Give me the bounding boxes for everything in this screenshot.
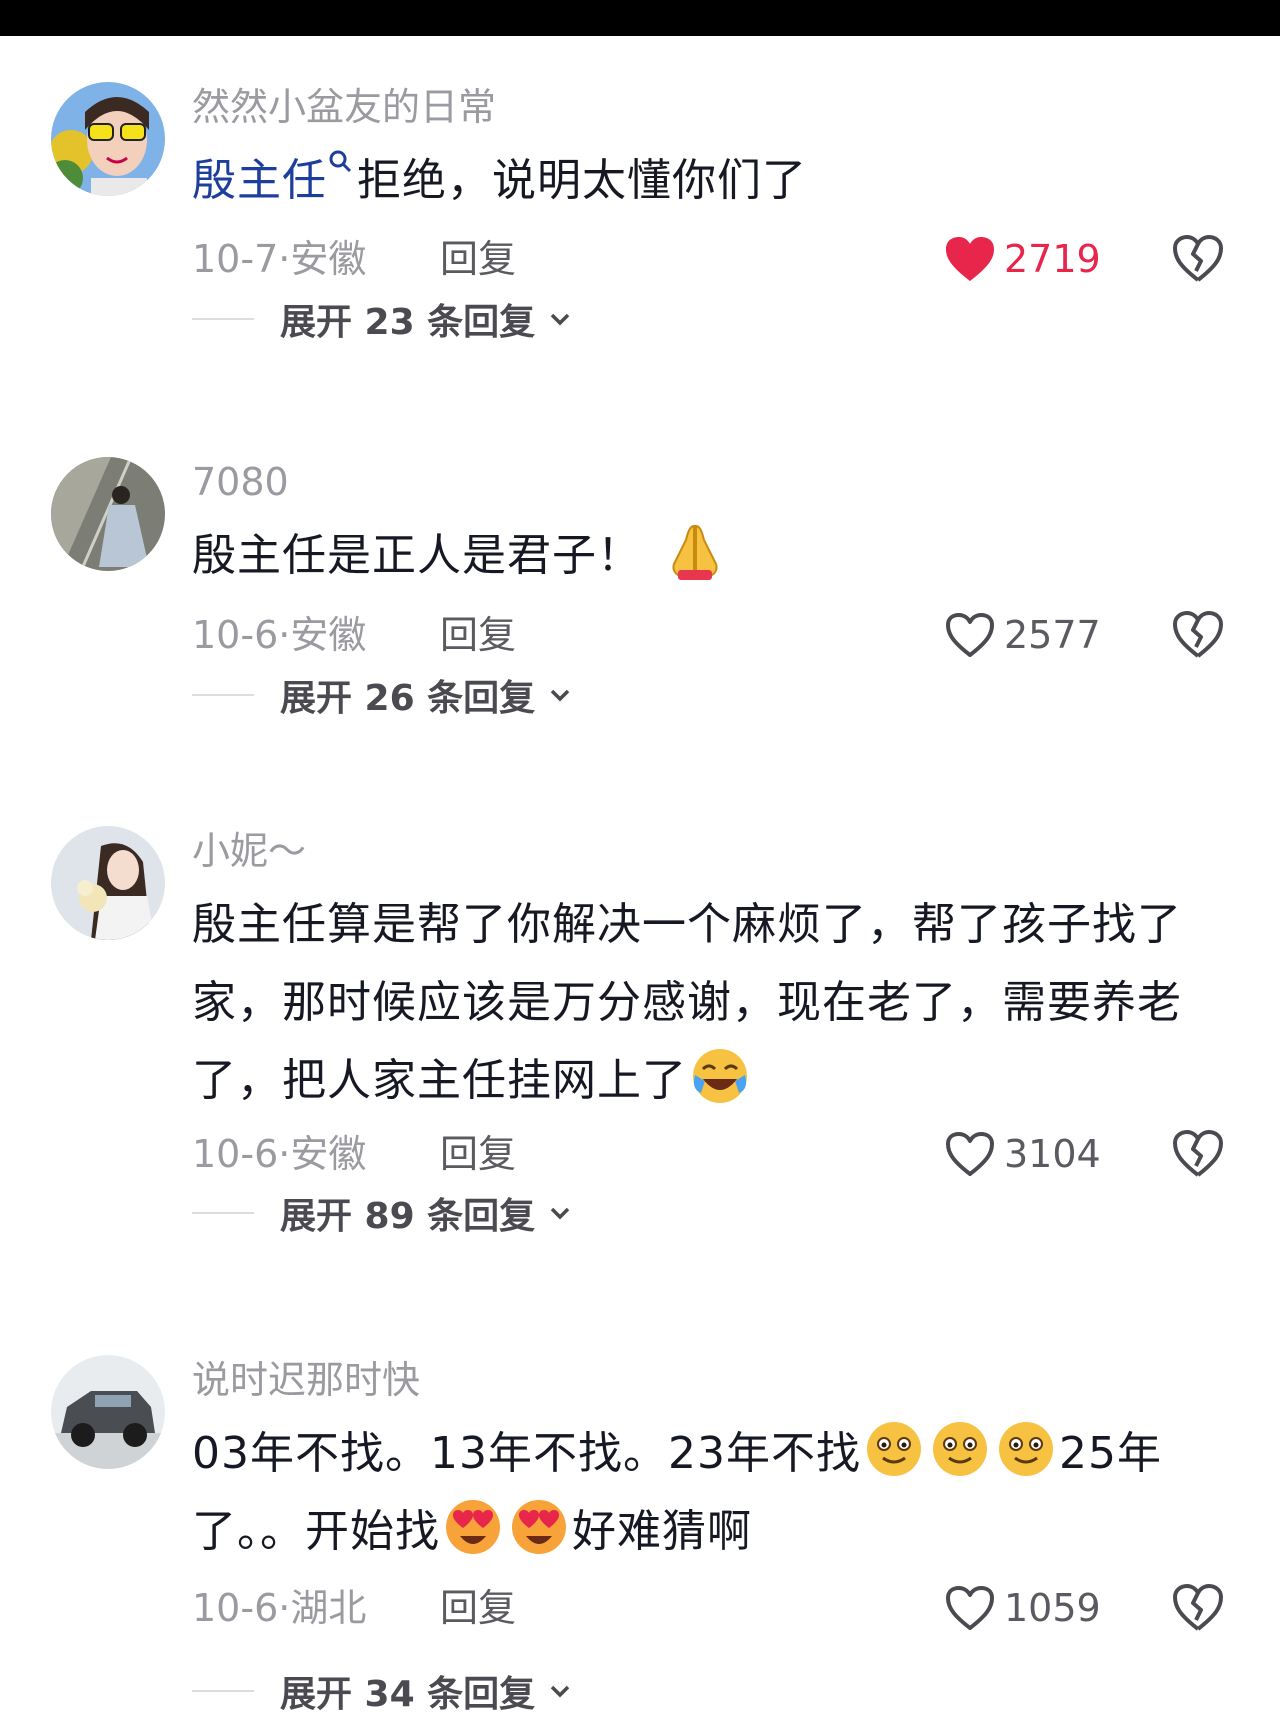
like-button[interactable]: 3104 (944, 1127, 1101, 1181)
search-icon[interactable] (327, 148, 353, 174)
comment-body-segment: 好难猜啊 (572, 1506, 752, 1557)
like-count: 3104 (1004, 1132, 1101, 1176)
laughing-crying-icon (693, 1049, 747, 1103)
expand-replies[interactable]: 展开 23 条回复 (192, 294, 573, 344)
expand-replies-label: 展开 89 条回复 (280, 1196, 536, 1237)
like-button[interactable]: 2719 (944, 232, 1101, 286)
comment-body-line: 家，那时候应该是万分感谢，现在老了，需要养老 (192, 977, 1182, 1028)
heart-eyes-face-icon (446, 1500, 500, 1554)
expand-replies-label: 展开 34 条回复 (280, 1674, 536, 1715)
comment-body-line: 了，把人家主任挂网上了 (192, 1055, 687, 1106)
comment-location: 安徽 (290, 1132, 367, 1176)
mention-link[interactable]: 殷主任 (192, 155, 327, 206)
avatar[interactable] (51, 457, 165, 571)
comment-date: 10-6 (192, 1132, 279, 1176)
chevron-down-icon (550, 1685, 570, 1698)
comment-date: 10-6 (192, 1586, 279, 1630)
comment-body-segment: 了。。开始找 (192, 1506, 440, 1557)
heart-outline-icon (946, 1132, 994, 1176)
comment-body-segment: 03年不找。13年不找。23年不找 (192, 1428, 861, 1479)
comment-body-line-wrap: 了。。开始找 好难猜啊 (192, 1493, 1232, 1571)
comment-location: 湖北 (290, 1586, 367, 1630)
dislike-icon[interactable] (1172, 1129, 1224, 1179)
folded-hands-icon (672, 524, 718, 580)
grinning-face-icon (866, 1422, 921, 1476)
grinning-face-icon (998, 1422, 1053, 1476)
expand-replies-label: 展开 23 条回复 (280, 302, 536, 343)
like-count: 2577 (1004, 613, 1101, 657)
comment-location: 安徽 (290, 613, 367, 657)
divider (192, 1212, 254, 1214)
dislike-icon[interactable] (1172, 610, 1224, 660)
comment-location: 安徽 (290, 237, 367, 281)
status-bar (0, 0, 1280, 36)
comment-body: 拒绝，说明太懂你们了 (357, 155, 807, 206)
chevron-down-icon (550, 689, 570, 702)
reply-button[interactable]: 回复 (440, 1129, 516, 1179)
heart-filled-icon (946, 237, 994, 281)
comment-body-line-wrap: 了，把人家主任挂网上了 (192, 1042, 1232, 1120)
dislike-icon[interactable] (1172, 234, 1224, 284)
like-button[interactable]: 2577 (944, 608, 1101, 662)
expand-replies-label: 展开 26 条回复 (280, 678, 536, 719)
username[interactable]: 7080 (192, 457, 289, 507)
comment-body-line: 殷主任算是帮了你解决一个麻烦了，帮了孩子找了 (192, 899, 1182, 950)
avatar[interactable] (51, 1355, 165, 1469)
grinning-face-icon (932, 1422, 987, 1476)
divider (192, 318, 254, 320)
divider (192, 694, 254, 696)
heart-outline-icon (946, 613, 994, 657)
like-count: 2719 (1004, 237, 1101, 281)
comment-meta: 10-6·安徽 (192, 613, 367, 657)
comment-text: 殷主任是正人是君子！ (192, 517, 1232, 595)
dislike-icon[interactable] (1172, 1583, 1224, 1633)
reply-button[interactable]: 回复 (440, 234, 516, 284)
expand-replies[interactable]: 展开 26 条回复 (192, 670, 573, 720)
username[interactable]: 然然小盆友的日常 (192, 82, 496, 132)
comment-body-segment: 25年 (1058, 1428, 1162, 1479)
expand-replies[interactable]: 展开 89 条回复 (192, 1188, 573, 1238)
comment-meta: 10-6·湖北 (192, 1586, 367, 1630)
comment-text: 殷主任 拒绝，说明太懂你们了 (192, 142, 1232, 220)
comment-date: 10-7 (192, 237, 279, 281)
avatar[interactable] (51, 82, 165, 196)
username[interactable]: 说时迟那时快 (192, 1355, 420, 1405)
chevron-down-icon (550, 1207, 570, 1220)
username[interactable]: 小妮～ (192, 826, 306, 876)
comment-date: 10-6 (192, 613, 279, 657)
comment-text: 03年不找。13年不找。23年不找 25年 了。。开始找 好难猜啊 (192, 1415, 1232, 1571)
like-button[interactable]: 1059 (944, 1581, 1101, 1635)
avatar[interactable] (51, 826, 165, 940)
reply-button[interactable]: 回复 (440, 1583, 516, 1633)
comment-body-line-wrap: 03年不找。13年不找。23年不找 25年 (192, 1415, 1232, 1493)
expand-replies[interactable]: 展开 34 条回复 (192, 1666, 573, 1716)
comment-meta: 10-6·安徽 (192, 1132, 367, 1176)
heart-outline-icon (946, 1586, 994, 1630)
comment-meta: 10-7·安徽 (192, 237, 367, 281)
comment-text: 殷主任算是帮了你解决一个麻烦了，帮了孩子找了 家，那时候应该是万分感谢，现在老了… (192, 886, 1232, 1120)
reply-button[interactable]: 回复 (440, 610, 516, 660)
chevron-down-icon (550, 313, 570, 326)
heart-eyes-face-icon (512, 1500, 566, 1554)
divider (192, 1690, 254, 1692)
like-count: 1059 (1004, 1586, 1101, 1630)
comment-body: 殷主任是正人是君子！ (192, 530, 642, 581)
